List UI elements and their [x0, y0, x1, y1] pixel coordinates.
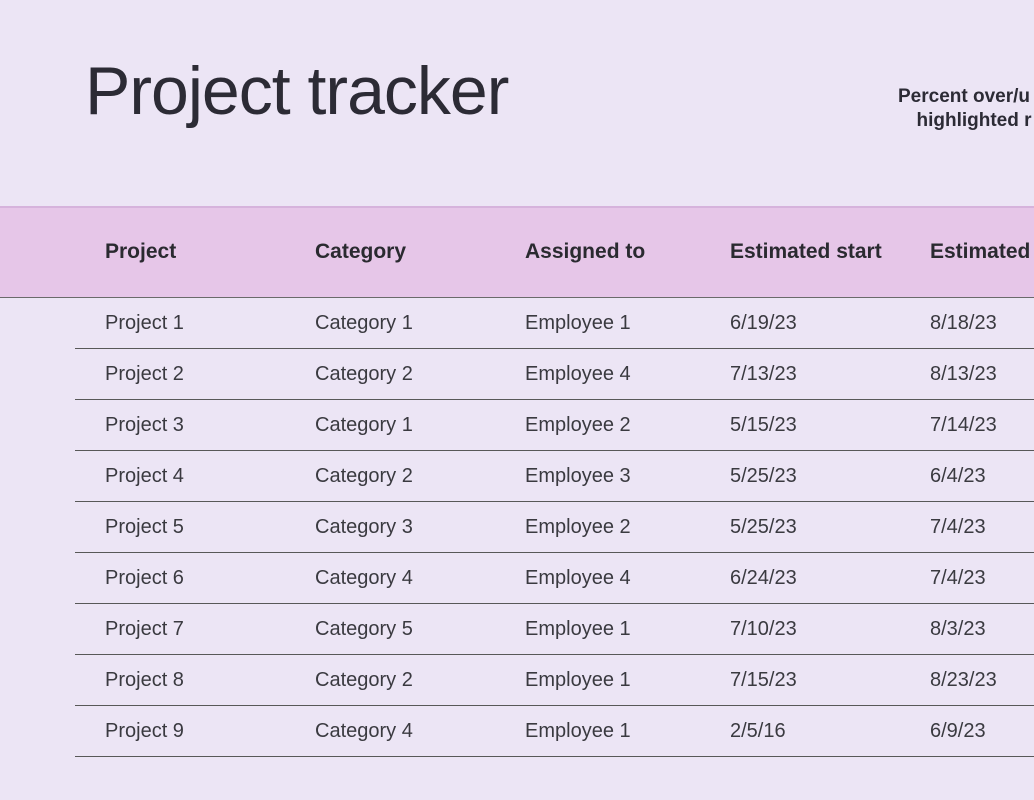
cell-category: Category 2	[315, 465, 525, 488]
table-row: Project 1Category 1Employee 16/19/238/18…	[0, 298, 1034, 349]
cell-project: Project 6	[105, 567, 315, 590]
cell-estimated-end: 7/4/23	[930, 516, 1034, 539]
cell-estimated-start: 5/25/23	[730, 465, 930, 488]
cell-estimated-start: 7/13/23	[730, 363, 930, 386]
row-divider	[75, 756, 1034, 757]
cell-project: Project 1	[105, 312, 315, 335]
row-divider	[75, 552, 1034, 553]
cell-assigned-to: Employee 2	[525, 414, 730, 437]
col-project: Project	[105, 240, 315, 264]
row-divider	[75, 603, 1034, 604]
cell-assigned-to: Employee 4	[525, 567, 730, 590]
cell-estimated-start: 5/15/23	[730, 414, 930, 437]
cell-category: Category 4	[315, 720, 525, 743]
table-row: Project 5Category 3Employee 25/25/237/4/…	[0, 502, 1034, 553]
cell-assigned-to: Employee 4	[525, 363, 730, 386]
table-row: Project 9Category 4Employee 12/5/166/9/2…	[0, 706, 1034, 757]
cell-category: Category 2	[315, 363, 525, 386]
cell-category: Category 5	[315, 618, 525, 641]
cell-project: Project 9	[105, 720, 315, 743]
header-note-line1: Percent over/u	[894, 84, 1034, 110]
cell-estimated-start: 6/24/23	[730, 567, 930, 590]
cell-assigned-to: Employee 1	[525, 312, 730, 335]
cell-estimated-end: 7/14/23	[930, 414, 1034, 437]
cell-estimated-end: 8/3/23	[930, 618, 1034, 641]
cell-project: Project 7	[105, 618, 315, 641]
table-row: Project 3Category 1Employee 25/15/237/14…	[0, 400, 1034, 451]
col-estimated-start: Estimated start	[730, 240, 930, 264]
table-body: Project 1Category 1Employee 16/19/238/18…	[0, 298, 1034, 757]
row-divider	[75, 501, 1034, 502]
row-divider	[75, 399, 1034, 400]
cell-estimated-end: 8/13/23	[930, 363, 1034, 386]
cell-category: Category 2	[315, 669, 525, 692]
cell-estimated-end: 6/4/23	[930, 465, 1034, 488]
cell-estimated-start: 7/10/23	[730, 618, 930, 641]
table-row: Project 2Category 2Employee 47/13/238/13…	[0, 349, 1034, 400]
table-row: Project 6Category 4Employee 46/24/237/4/…	[0, 553, 1034, 604]
cell-assigned-to: Employee 1	[525, 720, 730, 743]
row-divider	[75, 450, 1034, 451]
page-title: Project tracker	[85, 52, 508, 130]
cell-project: Project 2	[105, 363, 315, 386]
row-divider	[75, 654, 1034, 655]
header-note-line2: highlighted r	[914, 110, 1034, 132]
cell-estimated-start: 5/25/23	[730, 516, 930, 539]
cell-project: Project 4	[105, 465, 315, 488]
cell-project: Project 8	[105, 669, 315, 692]
cell-assigned-to: Employee 2	[525, 516, 730, 539]
cell-category: Category 4	[315, 567, 525, 590]
cell-category: Category 1	[315, 312, 525, 335]
cell-assigned-to: Employee 1	[525, 618, 730, 641]
cell-estimated-end: 6/9/23	[930, 720, 1034, 743]
cell-assigned-to: Employee 1	[525, 669, 730, 692]
cell-estimated-end: 8/23/23	[930, 669, 1034, 692]
cell-category: Category 3	[315, 516, 525, 539]
col-estimated-end: Estimated	[930, 240, 1034, 264]
cell-project: Project 5	[105, 516, 315, 539]
cell-estimated-end: 8/18/23	[930, 312, 1034, 335]
table-row: Project 4Category 2Employee 35/25/236/4/…	[0, 451, 1034, 502]
table-header-row: Project Category Assigned to Estimated s…	[0, 206, 1034, 298]
cell-project: Project 3	[105, 414, 315, 437]
cell-estimated-start: 2/5/16	[730, 720, 930, 743]
cell-assigned-to: Employee 3	[525, 465, 730, 488]
cell-estimated-start: 7/15/23	[730, 669, 930, 692]
row-divider	[75, 348, 1034, 349]
table-row: Project 8Category 2Employee 17/15/238/23…	[0, 655, 1034, 706]
cell-estimated-start: 6/19/23	[730, 312, 930, 335]
col-assigned-to: Assigned to	[525, 240, 730, 264]
col-category: Category	[315, 240, 525, 264]
cell-estimated-end: 7/4/23	[930, 567, 1034, 590]
row-divider	[75, 705, 1034, 706]
cell-category: Category 1	[315, 414, 525, 437]
table-row: Project 7Category 5Employee 17/10/238/3/…	[0, 604, 1034, 655]
